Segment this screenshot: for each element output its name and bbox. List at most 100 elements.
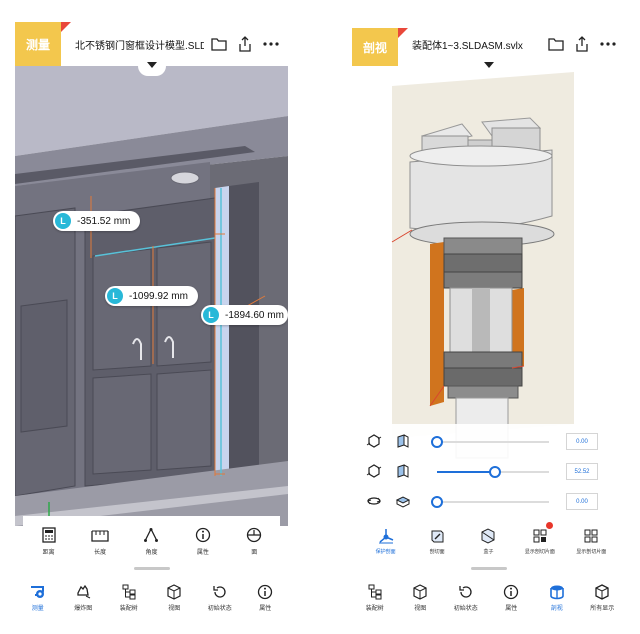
tool-box[interactable]: 盒子 — [464, 526, 512, 555]
tool-label: 盒子 — [483, 548, 494, 555]
slider-value[interactable]: 0.00 — [566, 433, 598, 450]
nav-tree[interactable]: 装配树 — [107, 583, 151, 612]
file-name: 装配体1~3.SLDASM.svlx — [412, 40, 523, 52]
reset-icon — [457, 583, 475, 601]
measurement-label[interactable]: L -1099.92 mm — [105, 286, 198, 306]
tool-show-cut[interactable]: 显示剖切片面 — [567, 526, 615, 555]
nav-info[interactable]: 属性 — [489, 583, 533, 612]
nav-label: 装配树 — [365, 605, 384, 612]
slider-knob — [431, 436, 443, 448]
nav-label: 剖视 — [550, 605, 563, 612]
cube-view-icon — [411, 583, 429, 601]
collapse-toggle[interactable] — [137, 62, 166, 76]
measurement-label[interactable]: L -351.52 mm — [53, 211, 141, 231]
drag-handle[interactable] — [133, 567, 170, 570]
nav-view[interactable]: 视图 — [152, 583, 196, 612]
box-icon — [593, 583, 611, 601]
slider-row-z: 0.00 — [360, 492, 617, 512]
nav-tree[interactable]: 装配树 — [353, 583, 397, 612]
drag-handle[interactable] — [470, 567, 507, 570]
chevron-down-icon — [146, 62, 157, 68]
nav-view[interactable]: 视图 — [398, 583, 442, 612]
tree-icon — [120, 583, 138, 601]
bottom-nav: 装配树 视图 初始状态 属性 剖视 所有显示 — [352, 578, 625, 616]
tool-axis[interactable]: 保护剖面 — [362, 526, 410, 555]
share-icon[interactable] — [571, 33, 593, 55]
tool-label: 角度 — [145, 549, 158, 556]
section-toolbar: 保护剖面 剖切面 盒子 显示剖切片面 显示剖切片面 — [360, 518, 617, 562]
slider-value[interactable]: 52.52 — [566, 463, 598, 480]
slider-row-x: 0.00 — [360, 432, 617, 452]
nav-label: 装配树 — [119, 605, 138, 612]
tool-properties[interactable]: 属性 — [179, 525, 227, 556]
slider-row-y: 52.52 — [360, 462, 617, 482]
info-icon — [193, 525, 213, 545]
info-icon — [256, 583, 274, 601]
tool-cut-plane[interactable]: 剖切面 — [413, 526, 461, 555]
model-viewport[interactable]: L -351.52 mm L -1099.92 mm L -1894.60 mm — [15, 66, 288, 526]
section-slider[interactable] — [431, 436, 549, 448]
nav-reset[interactable]: 初始状态 — [198, 583, 242, 612]
tool-label: 显示剖切片面 — [576, 548, 607, 555]
file-name: 北不锈钢门窗框设计模型.SLDASM.svlx — [75, 40, 204, 52]
grid-mark-icon — [530, 526, 550, 546]
measure-icon — [29, 583, 47, 601]
nav-show-all[interactable]: 所有显示 — [580, 583, 624, 612]
section-slider[interactable] — [437, 466, 549, 478]
nav-label: 视图 — [168, 605, 181, 612]
mode-flag-icon — [398, 28, 408, 38]
folder-icon[interactable] — [545, 33, 567, 55]
measurement-label[interactable]: L -1894.60 mm — [201, 305, 288, 325]
measurement-value: -1894.60 mm — [225, 309, 284, 321]
more-icon[interactable] — [597, 33, 619, 55]
nav-label: 视图 — [414, 605, 427, 612]
tool-angle[interactable]: 角度 — [127, 525, 175, 556]
plane-z-icon — [395, 496, 411, 508]
nav-explode[interactable]: 爆炸图 — [61, 583, 105, 612]
section-icon — [548, 583, 566, 601]
angle-icon — [141, 525, 161, 545]
grid-icon — [581, 526, 601, 546]
cube-view-icon — [165, 583, 183, 601]
tool-label: 保护剖面 — [375, 548, 396, 555]
measure-screen: 北不锈钢门窗框设计模型.SLDASM.svlx 测量 — [15, 22, 288, 616]
dial-icon — [244, 525, 264, 545]
cube-edit-icon — [427, 526, 447, 546]
hand-icon — [74, 583, 92, 601]
calculator-icon — [39, 525, 59, 545]
section-screen: 装配体1~3.SLDASM.svlx 剖视 0.00 52.52 0.00 保护… — [352, 22, 625, 616]
tool-label: 显示剖切片面 — [524, 548, 555, 555]
collapse-toggle[interactable] — [474, 62, 503, 76]
section-slider[interactable] — [431, 496, 549, 508]
tool-face[interactable]: 面 — [230, 525, 278, 556]
slider-value[interactable]: 0.00 — [566, 493, 598, 510]
measurement-value: -1099.92 mm — [129, 290, 188, 302]
measure-toolbar: 距离 长度 角度 属性 面 — [23, 516, 280, 564]
folder-icon[interactable] — [208, 33, 230, 55]
slider-knob — [489, 466, 501, 478]
nav-section[interactable]: 剖视 — [535, 583, 579, 612]
slider-knob — [431, 496, 443, 508]
share-icon[interactable] — [234, 33, 256, 55]
tree-icon — [366, 583, 384, 601]
plane-x-icon — [397, 434, 409, 448]
tool-label: 剖切面 — [429, 548, 445, 555]
flip-z-icon — [367, 497, 381, 505]
nav-label: 初始状态 — [207, 605, 232, 612]
tool-show-cut-mark[interactable]: 显示剖切片面 — [516, 521, 564, 555]
tool-label: 面 — [251, 549, 258, 556]
nav-measure[interactable]: 测量 — [16, 583, 60, 612]
reset-icon — [211, 583, 229, 601]
tool-label: 距离 — [42, 549, 55, 556]
more-icon[interactable] — [260, 33, 282, 55]
tool-label: 属性 — [196, 549, 209, 556]
mode-flag-icon — [61, 22, 71, 32]
tool-length[interactable]: 长度 — [76, 525, 124, 556]
nav-label: 初始状态 — [453, 605, 478, 612]
mode-badge: 测量 — [15, 22, 61, 66]
tool-distance[interactable]: 距离 — [25, 525, 73, 556]
nav-reset[interactable]: 初始状态 — [444, 583, 488, 612]
length-badge-icon: L — [55, 213, 71, 229]
info-icon — [502, 583, 520, 601]
nav-info[interactable]: 属性 — [243, 583, 287, 612]
